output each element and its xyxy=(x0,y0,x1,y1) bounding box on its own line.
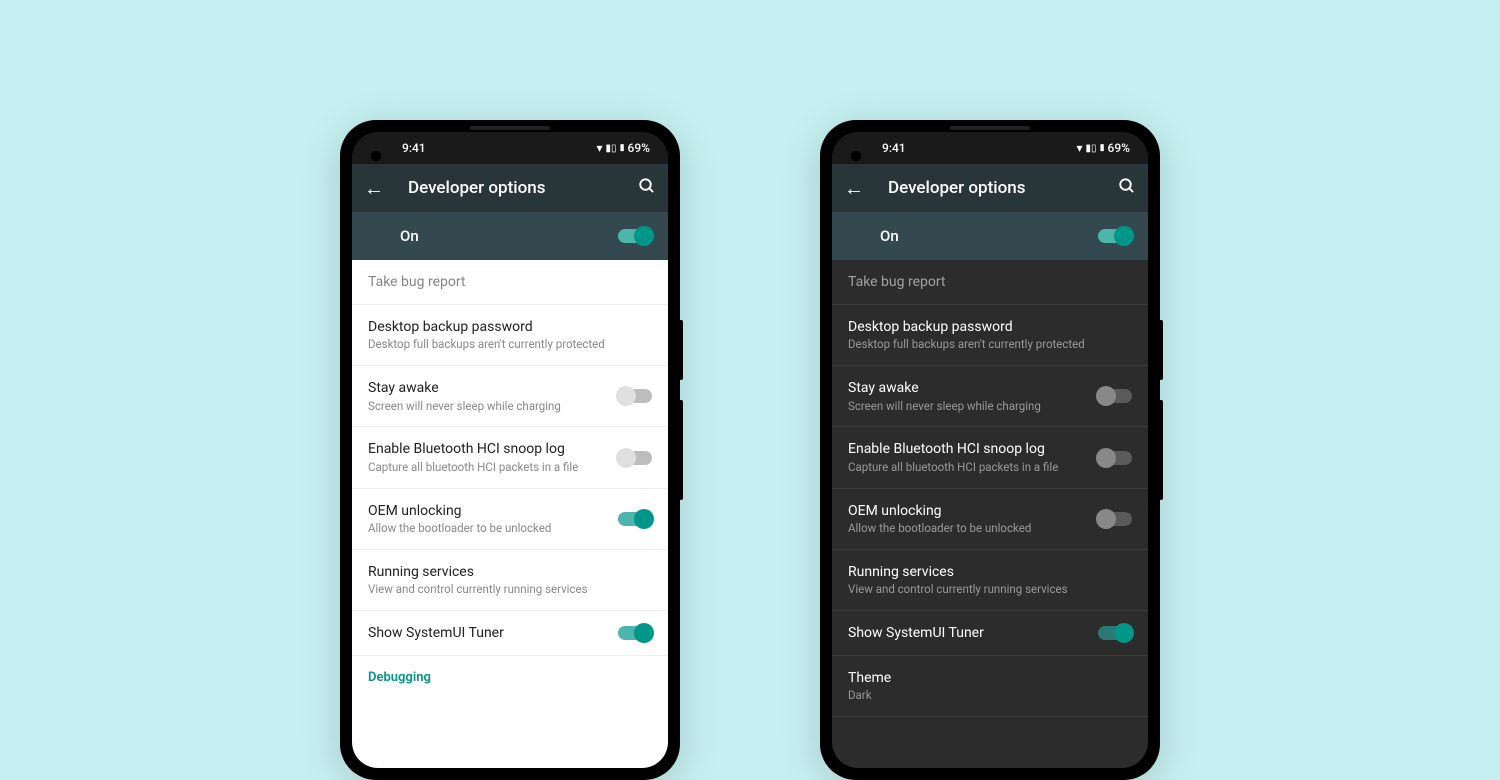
phone-camera xyxy=(370,150,382,162)
setting-subtitle: Capture all bluetooth HCI packets in a f… xyxy=(848,460,1086,475)
status-time: 9:41 xyxy=(402,141,426,155)
toggle-switch[interactable] xyxy=(1098,512,1132,526)
master-toggle-row[interactable]: On xyxy=(352,212,668,260)
setting-title: Running services xyxy=(848,563,1132,581)
toggle-switch[interactable] xyxy=(618,626,652,640)
phone-speaker xyxy=(470,126,550,130)
status-bar: 9:41 ▾ ▮▯ ▮ 69% xyxy=(832,132,1148,164)
back-icon[interactable]: ← xyxy=(364,176,384,201)
setting-subtitle: Capture all bluetooth HCI packets in a f… xyxy=(368,460,606,475)
setting-title: Theme xyxy=(848,669,1132,687)
setting-show-systemui-tuner[interactable]: Show SystemUI Tuner xyxy=(832,611,1148,656)
setting-subtitle: Screen will never sleep while charging xyxy=(368,399,606,414)
setting-oem-unlocking[interactable]: OEM unlocking Allow the bootloader to be… xyxy=(352,489,668,550)
toggle-switch[interactable] xyxy=(618,389,652,403)
setting-oem-unlocking[interactable]: OEM unlocking Allow the bootloader to be… xyxy=(832,489,1148,550)
setting-title: Desktop backup password xyxy=(368,318,652,336)
setting-title: Running services xyxy=(368,563,652,581)
section-header-debugging: Debugging xyxy=(352,656,668,693)
phone-light: 9:41 ▾ ▮▯ ▮ 69% ← Developer options On T… xyxy=(340,120,680,780)
toggle-switch[interactable] xyxy=(618,512,652,526)
master-toggle-label: On xyxy=(880,227,899,245)
master-toggle-row[interactable]: On xyxy=(832,212,1148,260)
status-icons: ▾ ▮▯ ▮ 69% xyxy=(597,141,650,155)
setting-title: Stay awake xyxy=(368,379,606,397)
master-toggle-label: On xyxy=(400,227,419,245)
setting-subtitle: View and control currently running servi… xyxy=(848,582,1132,597)
setting-running-services[interactable]: Running services View and control curren… xyxy=(352,550,668,611)
app-bar: ← Developer options xyxy=(352,164,668,212)
setting-title: Stay awake xyxy=(848,379,1086,397)
setting-title: Show SystemUI Tuner xyxy=(368,624,606,642)
setting-desktop-backup-password[interactable]: Desktop backup password Desktop full bac… xyxy=(832,305,1148,366)
master-toggle-switch[interactable] xyxy=(1098,229,1132,243)
setting-title: OEM unlocking xyxy=(368,502,606,520)
setting-subtitle: View and control currently running servi… xyxy=(368,582,652,597)
battery-icon: ▮ xyxy=(620,143,625,153)
status-bar: 9:41 ▾ ▮▯ ▮ 69% xyxy=(352,132,668,164)
toggle-switch[interactable] xyxy=(1098,451,1132,465)
battery-percent: 69% xyxy=(1108,141,1130,155)
settings-list: Take bug report Desktop backup password … xyxy=(352,260,668,768)
setting-subtitle: Desktop full backups aren't currently pr… xyxy=(368,337,652,352)
setting-subtitle: Desktop full backups aren't currently pr… xyxy=(848,337,1132,352)
settings-list: Take bug report Desktop backup password … xyxy=(832,260,1148,768)
setting-title: OEM unlocking xyxy=(848,502,1086,520)
app-bar: ← Developer options xyxy=(832,164,1148,212)
setting-take-bug-report[interactable]: Take bug report xyxy=(352,260,668,305)
setting-title: Take bug report xyxy=(368,273,652,291)
setting-running-services[interactable]: Running services View and control curren… xyxy=(832,550,1148,611)
setting-title: Enable Bluetooth HCI snoop log xyxy=(368,440,606,458)
page-title: Developer options xyxy=(408,178,614,198)
setting-desktop-backup-password[interactable]: Desktop backup password Desktop full bac… xyxy=(352,305,668,366)
page-title: Developer options xyxy=(888,178,1094,198)
toggle-switch[interactable] xyxy=(1098,389,1132,403)
master-toggle-switch[interactable] xyxy=(618,229,652,243)
setting-title: Take bug report xyxy=(848,273,1132,291)
signal-icon: ▮▯ xyxy=(1086,143,1097,154)
wifi-icon: ▾ xyxy=(597,141,603,155)
search-icon[interactable] xyxy=(638,177,656,200)
setting-theme[interactable]: Theme Dark xyxy=(832,656,1148,717)
battery-icon: ▮ xyxy=(1100,143,1105,153)
setting-title: Desktop backup password xyxy=(848,318,1132,336)
setting-subtitle: Screen will never sleep while charging xyxy=(848,399,1086,414)
setting-bluetooth-hci-snoop[interactable]: Enable Bluetooth HCI snoop log Capture a… xyxy=(352,427,668,488)
setting-stay-awake[interactable]: Stay awake Screen will never sleep while… xyxy=(832,366,1148,427)
setting-show-systemui-tuner[interactable]: Show SystemUI Tuner xyxy=(352,611,668,656)
back-icon[interactable]: ← xyxy=(844,176,864,201)
status-time: 9:41 xyxy=(882,141,906,155)
toggle-switch[interactable] xyxy=(1098,626,1132,640)
setting-subtitle: Allow the bootloader to be unlocked xyxy=(848,521,1086,536)
phone-camera xyxy=(850,150,862,162)
phone-dark: 9:41 ▾ ▮▯ ▮ 69% ← Developer options On T… xyxy=(820,120,1160,780)
toggle-switch[interactable] xyxy=(618,451,652,465)
status-icons: ▾ ▮▯ ▮ 69% xyxy=(1077,141,1130,155)
setting-title: Show SystemUI Tuner xyxy=(848,624,1086,642)
setting-subtitle: Allow the bootloader to be unlocked xyxy=(368,521,606,536)
battery-percent: 69% xyxy=(628,141,650,155)
wifi-icon: ▾ xyxy=(1077,141,1083,155)
setting-subtitle: Dark xyxy=(848,688,1132,703)
signal-icon: ▮▯ xyxy=(606,143,617,154)
setting-take-bug-report[interactable]: Take bug report xyxy=(832,260,1148,305)
search-icon[interactable] xyxy=(1118,177,1136,200)
phone-speaker xyxy=(950,126,1030,130)
setting-stay-awake[interactable]: Stay awake Screen will never sleep while… xyxy=(352,366,668,427)
setting-bluetooth-hci-snoop[interactable]: Enable Bluetooth HCI snoop log Capture a… xyxy=(832,427,1148,488)
setting-title: Enable Bluetooth HCI snoop log xyxy=(848,440,1086,458)
